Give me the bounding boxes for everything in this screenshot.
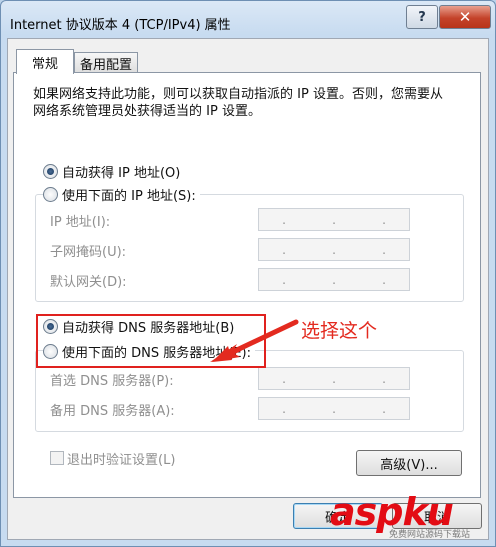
tab-general[interactable]: 常规 [16,49,74,74]
watermark-tagline: 免费网站源码下载站 [389,530,471,540]
annotation-arrow-icon [210,319,299,362]
annotation-text: 选择这个 [301,320,378,342]
